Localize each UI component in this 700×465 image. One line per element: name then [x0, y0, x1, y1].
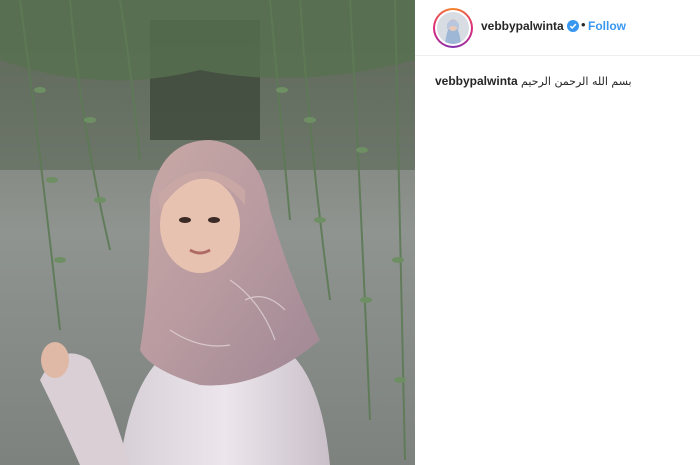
- verified-badge-icon: [567, 20, 579, 32]
- post-sidebar: vebbypalwinta • Follow vebbypalwinta بسم…: [415, 0, 700, 465]
- author-username[interactable]: vebbypalwinta: [481, 19, 564, 33]
- post-header: vebbypalwinta • Follow: [415, 0, 700, 56]
- post-photo[interactable]: [0, 0, 415, 465]
- avatar[interactable]: [433, 8, 473, 48]
- photo-image: [0, 0, 415, 465]
- separator-dot: •: [581, 17, 586, 32]
- caption-text: بسم الله الرحمن الرحيم: [521, 75, 632, 88]
- caption-username[interactable]: vebbypalwinta: [435, 74, 518, 88]
- follow-button[interactable]: Follow: [588, 19, 626, 33]
- avatar-image: [437, 12, 469, 44]
- post-caption: vebbypalwinta بسم الله الرحمن الرحيم: [435, 74, 685, 88]
